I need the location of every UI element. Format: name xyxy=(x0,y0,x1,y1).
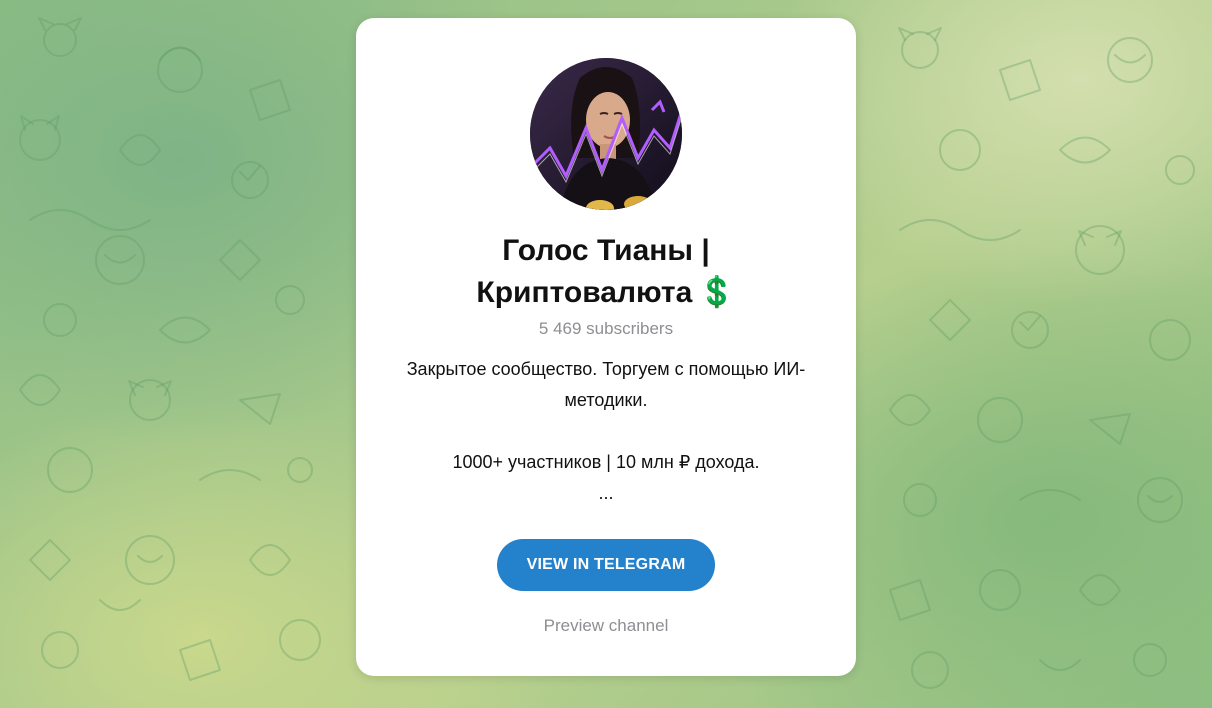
preview-channel-link[interactable]: Preview channel xyxy=(376,615,836,637)
description-line: методики. xyxy=(564,390,648,410)
dollar-icon: 💲 xyxy=(698,276,736,309)
channel-avatar[interactable] xyxy=(530,58,682,210)
description-line: Закрытое сообщество. Торгуем с помощью И… xyxy=(406,359,806,379)
avatar-photo-icon xyxy=(530,58,682,210)
channel-title-line2-wrap: Криптовалюта 💲 xyxy=(376,272,836,314)
view-in-telegram-button[interactable]: VIEW IN TELEGRAM xyxy=(497,539,715,591)
channel-description: Закрытое сообщество. Торгуем с помощью И… xyxy=(376,354,836,509)
channel-title-line1: Голос Тианы | xyxy=(502,234,710,267)
description-line: ... xyxy=(598,483,614,503)
channel-title-line2: Криптовалюта xyxy=(476,276,693,309)
subscriber-count: 5 469 subscribers xyxy=(538,319,674,338)
channel-card: Голос Тианы | Криптовалюта 💲 5 469 subscr… xyxy=(356,18,856,676)
channel-title: Голос Тианы | Криптовалюта 💲 xyxy=(376,230,836,314)
description-line: 1000+ участников | 10 млн ₽ дохода. xyxy=(452,452,760,472)
